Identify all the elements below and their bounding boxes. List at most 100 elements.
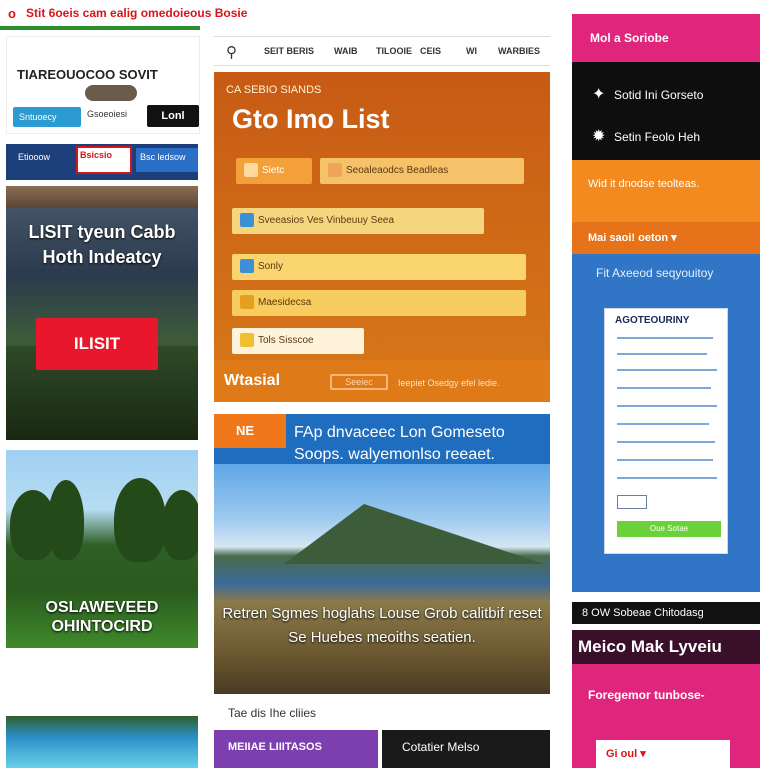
- brand-dark-button[interactable]: Lonl: [147, 105, 199, 127]
- signup-title: Fit Axeeod seqyouitoy: [596, 266, 714, 280]
- panel-footer-button[interactable]: Seeiec: [330, 374, 388, 390]
- events-text: Foregemor tunbose-: [588, 688, 705, 702]
- subscribe-header-label: Mol a Soriobe: [590, 31, 669, 45]
- feature-card[interactable]: NE FAp dnvaceec Lon Gomeseto Soops. waly…: [214, 414, 550, 694]
- subscribe-header[interactable]: Mol a Soriobe: [572, 14, 760, 62]
- site-logo-icon[interactable]: o: [8, 6, 16, 21]
- nav-item[interactable]: WI: [466, 46, 477, 56]
- hero-heading: LISIT tyeun Cabb Hoth Indeatcy: [28, 222, 176, 267]
- bird-icon: ✦: [592, 86, 606, 103]
- section-label: Tae dis Ihe cliies: [228, 706, 317, 720]
- main-nav: ⚲ SEIT BERIS WAIB TILOOIE CEIS WI WARBIE…: [214, 36, 550, 66]
- hero-banner: LISIT tyeun Cabb Hoth Indeatcy ILISIT: [6, 186, 198, 440]
- list-row[interactable]: Sietc: [236, 158, 312, 184]
- promo-strip-tag[interactable]: Bsc ledsow: [136, 148, 198, 172]
- events-select-value: Gi oul: [606, 748, 638, 760]
- list-row-icon: [328, 163, 342, 178]
- title-underline: [0, 26, 200, 30]
- brand-badge-icon: [85, 85, 137, 101]
- chevron-down-icon: ▾: [671, 232, 677, 244]
- options-dropdown[interactable]: Mai saoi! oeton ▾: [572, 222, 760, 254]
- golf-course-card[interactable]: OSLAWEVEED OHINTOCIRD: [6, 450, 198, 648]
- form-line[interactable]: [617, 337, 713, 339]
- list-row-icon: [240, 333, 254, 348]
- brand-card: TIAREOUOCOO SOVIT Sntuoecy Gsoeoiesi Lon…: [6, 36, 200, 134]
- signup-box: Fit Axeeod seqyouitoy AGOTEOURINY Oue So…: [572, 254, 760, 592]
- gear-icon: ✹: [592, 128, 606, 145]
- promo-strip: Etiooow Bsicsio Bsc ledsow: [6, 144, 198, 180]
- list-panel: CA SEBIO SIANDS Gto Imo List Sietc Seoal…: [214, 72, 550, 402]
- signup-form: AGOTEOURINY Oue Sotae: [604, 308, 728, 554]
- tree-image: [162, 490, 198, 560]
- brand-title: TIAREOUOCOO SOVIT: [17, 67, 158, 82]
- panel-footer-label: Wtasial: [224, 372, 281, 389]
- pool-image-card[interactable]: [6, 716, 198, 768]
- feature-link-label: Setin Feolo Heh: [614, 130, 701, 144]
- events-select[interactable]: Gi oul ▾: [596, 740, 730, 768]
- hero-list-button[interactable]: ILISIT: [36, 318, 158, 370]
- panel-kicker: CA SEBIO SIANDS: [226, 84, 322, 96]
- form-line[interactable]: [617, 405, 717, 407]
- list-row-label: Sonly: [258, 261, 284, 272]
- form-checkbox[interactable]: [617, 495, 647, 509]
- nav-item[interactable]: CEIS: [420, 46, 441, 56]
- dark-category-button[interactable]: Cotatier Melso: [382, 730, 550, 768]
- events-heading: Meico Mak Lyveiu: [572, 630, 760, 664]
- golf-card-caption: OSLAWEVEED OHINTOCIRD: [45, 599, 159, 635]
- list-row[interactable]: Maesidecsa: [232, 290, 526, 316]
- nav-item[interactable]: WAIB: [334, 46, 358, 56]
- mountain-image: [284, 504, 544, 564]
- list-row-label: Maesidecsa: [258, 297, 312, 308]
- list-row-label: Seoaleaodcs Beadleas: [346, 165, 449, 176]
- form-line[interactable]: [617, 441, 715, 443]
- tree-image: [48, 480, 84, 560]
- feature-tag: NE: [214, 414, 286, 448]
- search-icon[interactable]: ⚲: [226, 43, 237, 61]
- list-row[interactable]: Seoaleaodcs Beadleas: [320, 158, 524, 184]
- feature-link[interactable]: ✹ Setin Feolo Heh: [592, 126, 700, 146]
- site-title[interactable]: Stit 6oeis cam ealig omedoieous Bosie: [26, 6, 247, 20]
- list-row-icon: [244, 163, 258, 178]
- feature-link-label: Sotid Ini Gorseto: [614, 88, 704, 102]
- events-title: 8 OW Sobeae Chitodasg: [572, 602, 760, 624]
- feature-links-box: ✦ Sotid Ini Gorseto ✹ Setin Feolo Heh: [572, 62, 760, 160]
- list-row[interactable]: Sveeasios Ves Vinbeuuy Seea: [232, 208, 484, 234]
- list-row-label: Sveeasios Ves Vinbeuuy Seea: [258, 215, 395, 226]
- coastal-landscape-image: [214, 464, 550, 694]
- chevron-down-icon: ▾: [640, 748, 646, 760]
- options-dropdown-label: Mai saoi! oeton: [588, 232, 669, 244]
- events-box: Foregemor tunbose- Gi oul ▾: [572, 664, 760, 768]
- list-row-icon: [240, 295, 254, 310]
- feature-headline: FAp dnvaceec Lon Gomeseto Soops. walyemo…: [294, 424, 505, 463]
- nav-item[interactable]: SEIT BERIS: [264, 46, 314, 56]
- list-row[interactable]: Tols Sisscoe: [232, 328, 364, 354]
- brand-mini-text: Gsoeoiesi: [87, 109, 128, 119]
- top-bar: o Stit 6oeis cam ealig omedoieous Bosie: [0, 0, 560, 30]
- promo-strip-tag[interactable]: Etiooow: [14, 148, 74, 174]
- form-line[interactable]: [617, 459, 713, 461]
- notice-box: Wid it dnodse teolteas. Mai saoi! oeton …: [572, 160, 760, 254]
- form-line[interactable]: [617, 353, 707, 355]
- nav-item[interactable]: WARBIES: [498, 46, 540, 56]
- feature-caption: Retren Sgmes hoglahs Louse Grob calitbif…: [222, 605, 542, 646]
- hero-roof-image: [6, 186, 198, 208]
- notice-text: Wid it dnodse teolteas.: [588, 178, 700, 190]
- panel-title: Gto Imo List: [232, 104, 390, 134]
- feature-link[interactable]: ✦ Sotid Ini Gorseto: [592, 84, 703, 104]
- form-line[interactable]: [617, 477, 717, 479]
- list-row-label: Sietc: [262, 165, 285, 176]
- signup-submit-button[interactable]: Oue Sotae: [617, 521, 721, 537]
- list-row-icon: [240, 213, 254, 228]
- tree-image: [114, 478, 166, 562]
- nav-item[interactable]: TILOOIE: [376, 46, 412, 56]
- list-row-label: Tols Sisscoe: [258, 335, 314, 346]
- form-line[interactable]: [617, 369, 717, 371]
- form-line[interactable]: [617, 423, 709, 425]
- brand-blue-button[interactable]: Sntuoecy: [13, 107, 81, 127]
- signup-form-heading: AGOTEOURINY: [615, 315, 690, 326]
- form-line[interactable]: [617, 387, 711, 389]
- promo-strip-tag[interactable]: Bsicsio: [76, 146, 132, 174]
- list-row[interactable]: Sonly: [232, 254, 526, 280]
- purple-category-button[interactable]: MEIIAE LIIITASOS: [214, 730, 378, 768]
- panel-footer-text: Ieepiet Osedgy efel ledie.: [398, 378, 500, 388]
